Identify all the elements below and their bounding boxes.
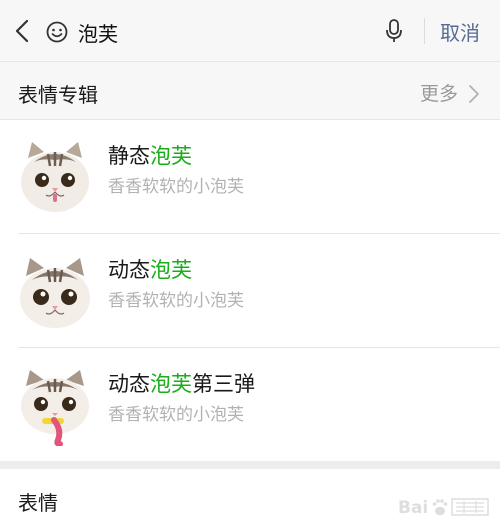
search-bar: 取消 <box>0 0 500 62</box>
baidu-watermark-logo: Bai <box>398 498 489 518</box>
album-title-prefix: 静态 <box>108 144 150 168</box>
microphone-icon[interactable] <box>384 18 404 44</box>
album-title-prefix: 动态 <box>108 258 150 282</box>
album-list-item[interactable]: 静态泡芙 香香软软的小泡芙 <box>0 120 500 234</box>
cat-sticker-thumbnail <box>21 142 89 212</box>
album-section-header: 表情专辑 更多 <box>0 62 500 120</box>
album-title-suffix: 第三弹 <box>192 372 255 396</box>
back-icon[interactable] <box>12 18 32 44</box>
album-title-highlight: 泡芙 <box>150 144 192 168</box>
album-list-item[interactable]: 动态泡芙 香香软软的小泡芙 <box>0 234 500 348</box>
album-subtitle: 香香软软的小泡芙 <box>108 177 244 197</box>
more-link[interactable]: 更多 <box>420 79 458 106</box>
cancel-button[interactable]: 取消 <box>440 17 480 46</box>
cat-sticker-thumbnail <box>20 258 90 328</box>
album-title: 动态泡芙 <box>108 254 192 284</box>
chevron-right-icon[interactable] <box>468 84 480 104</box>
album-title: 静态泡芙 <box>108 140 192 170</box>
album-title-highlight: 泡芙 <box>150 372 192 396</box>
divider <box>424 18 425 44</box>
section-separator <box>0 461 500 469</box>
album-subtitle: 香香软软的小泡芙 <box>108 405 244 425</box>
svg-text:Bai: Bai <box>398 498 428 518</box>
album-title: 动态泡芙第三弹 <box>108 368 255 398</box>
emoji-icon[interactable] <box>46 21 68 43</box>
section-title: 表情 <box>18 491 58 515</box>
album-title-prefix: 动态 <box>108 372 150 396</box>
section-title: 表情专辑 <box>18 83 98 107</box>
album-subtitle: 香香软软的小泡芙 <box>108 291 244 311</box>
search-input[interactable] <box>78 16 358 48</box>
album-list-item[interactable]: 动态泡芙第三弹 香香软软的小泡芙 <box>0 348 500 462</box>
album-title-highlight: 泡芙 <box>150 258 192 282</box>
cat-sticker-thumbnail <box>21 370 89 446</box>
